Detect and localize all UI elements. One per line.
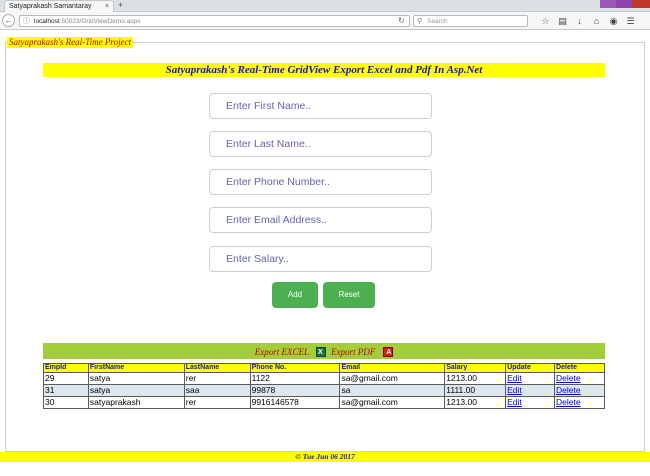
home-icon[interactable]: ⌂ [591, 15, 602, 27]
cell-update: Edit [505, 396, 556, 409]
delete-link[interactable]: Delete [556, 385, 581, 395]
address-bar[interactable]: ⓘ localhost:50023/GridViewDemo.aspx [19, 15, 410, 27]
pdf-icon[interactable] [383, 345, 394, 361]
export-excel-link[interactable]: Export EXCEL [255, 344, 309, 360]
cell-empid: 31 [43, 384, 89, 397]
fieldset-legend: Satyaprakash's Real-Time Project [7, 37, 134, 48]
header-email: Email [339, 363, 446, 373]
cell-empid: 29 [43, 372, 89, 385]
close-window-button[interactable] [632, 0, 650, 8]
table-row: 31 satya saa 99878 sa 1111.00 Edit Delet… [43, 384, 605, 397]
clipboard-icon[interactable]: ▤ [557, 15, 568, 27]
cell-firstname: satya [87, 372, 185, 385]
browser-tab-bar: Satyaprakash Samantaray × + [0, 0, 650, 12]
browser-nav-bar: ← ⓘ localhost:50023/GridViewDemo.aspx ↻ … [0, 12, 650, 30]
header-empid: EmpId [43, 363, 89, 373]
cell-salary: 1213.00 [444, 372, 507, 385]
search-icon: ⚲ [417, 18, 423, 25]
table-row: 30 satyaprakash rer 9916146578 sa@gmail.… [43, 396, 605, 409]
close-tab-icon[interactable]: × [105, 1, 109, 12]
cell-email: sa [339, 384, 446, 397]
grid-header-row: EmpId FirstName LastName Phone No. Email… [43, 363, 605, 373]
cell-lastname: rer [183, 372, 251, 385]
search-placeholder: Search [427, 18, 448, 25]
url-host: localhost [34, 18, 60, 25]
bookmark-star-icon[interactable]: ☆ [540, 15, 551, 27]
maximize-button[interactable] [616, 0, 632, 8]
back-arrow-icon[interactable]: ← [2, 14, 15, 27]
page-content: Satyaprakash's Real-Time Project Satyapr… [0, 31, 650, 476]
reload-icon[interactable]: ↻ [398, 15, 405, 27]
first-name-input[interactable] [209, 93, 432, 119]
header-update: Update [505, 363, 556, 373]
delete-link[interactable]: Delete [556, 373, 581, 383]
minimize-button[interactable] [600, 0, 616, 8]
header-firstname: FirstName [87, 363, 185, 373]
tab-title: Satyaprakash Samantaray [9, 3, 92, 10]
cell-delete: Delete [554, 384, 605, 397]
cell-lastname: rer [183, 396, 251, 409]
info-icon[interactable]: ⓘ [23, 16, 30, 27]
cell-lastname: saa [183, 384, 251, 397]
page-title: Satyaprakash's Real-Time GridView Export… [43, 63, 605, 77]
cell-delete: Delete [554, 372, 605, 385]
export-pdf-link[interactable]: Export PDF [331, 344, 375, 360]
window-controls [600, 0, 650, 8]
cell-firstname: satyaprakash [87, 396, 185, 409]
header-delete: Delete [554, 363, 605, 373]
add-button[interactable]: Add [272, 282, 318, 308]
table-row: 29 satya rer 1122 sa@gmail.com 1213.00 E… [43, 372, 605, 385]
edit-link[interactable]: Edit [507, 397, 522, 407]
reset-button[interactable]: Reset [323, 282, 375, 308]
email-input[interactable] [209, 207, 432, 233]
delete-link[interactable]: Delete [556, 397, 581, 407]
phone-input[interactable] [209, 169, 432, 195]
cell-delete: Delete [554, 396, 605, 409]
last-name-input[interactable] [209, 131, 432, 157]
cell-email: sa@gmail.com [339, 372, 446, 385]
page-footer: © Tue Jun 06 2017 [0, 452, 650, 462]
cell-phone: 9916146578 [249, 396, 341, 409]
cell-email: sa@gmail.com [339, 396, 446, 409]
edit-link[interactable]: Edit [507, 373, 522, 383]
header-phone: Phone No. [249, 363, 341, 373]
salary-input[interactable] [209, 246, 432, 272]
cell-empid: 30 [43, 396, 89, 409]
cell-salary: 1111.00 [444, 384, 507, 397]
excel-icon[interactable] [316, 345, 326, 361]
pocket-icon[interactable]: ◉ [608, 15, 619, 27]
cell-phone: 1122 [249, 372, 341, 385]
header-lastname: LastName [183, 363, 251, 373]
export-bar: Export EXCEL Export PDF [43, 343, 605, 361]
download-icon[interactable]: ↓ [574, 15, 585, 27]
new-tab-button[interactable]: + [118, 0, 123, 11]
search-bar[interactable]: ⚲ Search [413, 15, 528, 27]
cell-phone: 99878 [249, 384, 341, 397]
cell-firstname: satya [87, 384, 185, 397]
cell-update: Edit [505, 372, 556, 385]
cell-salary: 1213.00 [444, 396, 507, 409]
toolbar-icons: ☆ ▤ ↓ ⌂ ◉ ☰ [540, 15, 636, 27]
employee-grid: EmpId FirstName LastName Phone No. Email… [43, 363, 605, 409]
url-path: :50023/GridViewDemo.aspx [59, 18, 141, 25]
cell-update: Edit [505, 384, 556, 397]
edit-link[interactable]: Edit [507, 385, 522, 395]
browser-tab[interactable]: Satyaprakash Samantaray × [4, 0, 114, 12]
header-salary: Salary [444, 363, 507, 373]
menu-icon[interactable]: ☰ [625, 15, 636, 27]
